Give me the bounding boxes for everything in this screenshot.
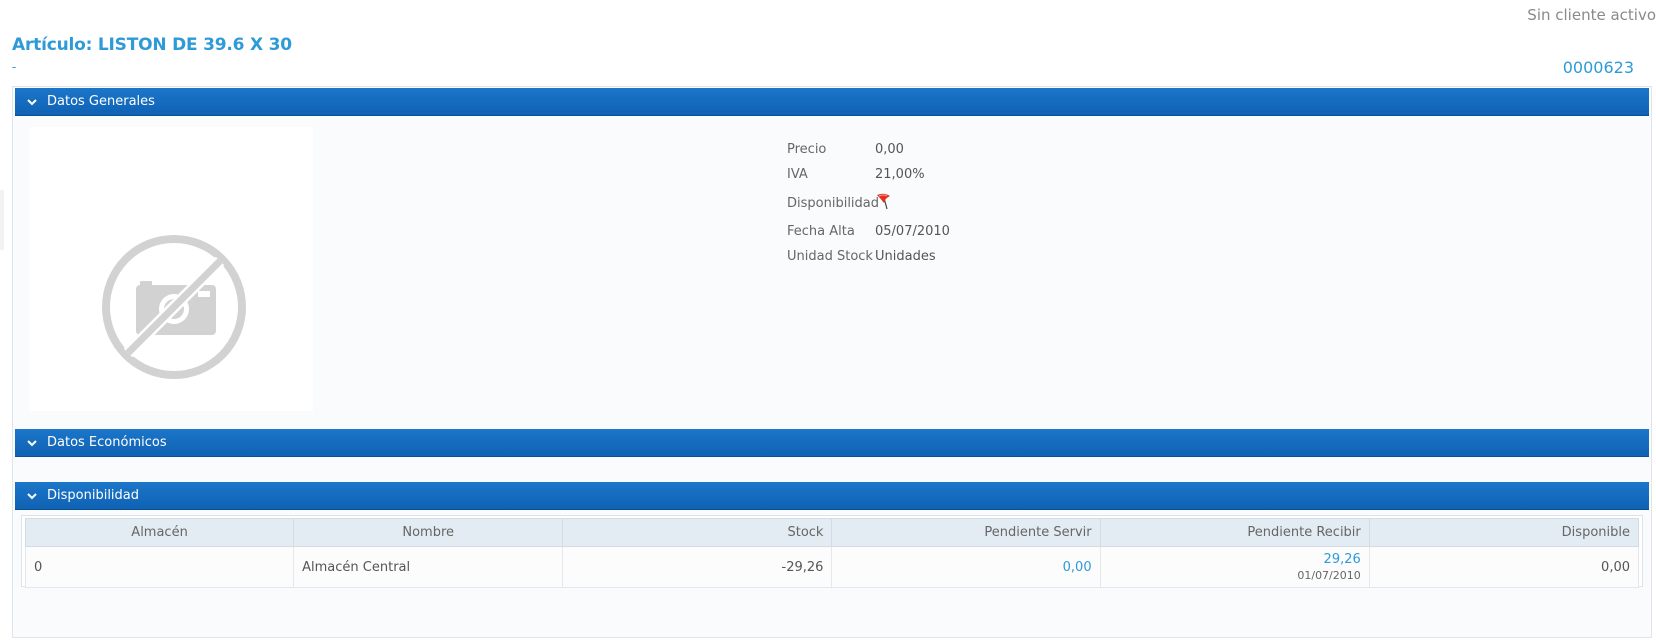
page-title: Artículo: LISTON DE 39.6 X 30 — [12, 35, 292, 55]
cell-disponible: 0,00 — [1368, 546, 1640, 588]
article-details: Precio 0,00 IVA 21,00% Disponibilidad Fe… — [787, 141, 950, 273]
detail-row-unit: Unidad Stock Unidades — [787, 248, 950, 265]
detail-row-price: Precio 0,00 — [787, 141, 950, 158]
column-header-almacen[interactable]: Almacén — [24, 518, 295, 547]
detail-row-availability: Disponibilidad — [787, 191, 950, 215]
article-container: Datos Generales Precio 0,00 IVA 21,00% D… — [12, 86, 1652, 638]
date-label: Fecha Alta — [787, 224, 855, 239]
panel-header-datos-economicos[interactable]: Datos Económicos — [15, 429, 1649, 457]
pendiente-recibir-date: 01/07/2010 — [1297, 569, 1361, 582]
date-value: 05/07/2010 — [875, 224, 950, 239]
red-flag-icon — [875, 192, 893, 214]
pendiente-servir-link[interactable]: 0,00 — [1063, 560, 1092, 575]
product-image-placeholder — [29, 127, 313, 411]
availability-label: Disponibilidad — [787, 195, 880, 211]
chevron-down-icon — [25, 95, 39, 109]
cell-nombre: Almacén Central — [293, 546, 564, 588]
availability-table: Almacén Nombre Stock Pendiente Servir Pe… — [24, 518, 1640, 588]
price-label: Precio — [787, 142, 827, 157]
detail-row-vat: IVA 21,00% — [787, 166, 950, 183]
page-subtitle: - — [12, 60, 17, 74]
table-row: 0 Almacén Central -29,26 0,00 29,26 01/0… — [24, 546, 1640, 588]
vat-label: IVA — [787, 167, 808, 182]
column-header-nombre[interactable]: Nombre — [293, 518, 564, 547]
column-header-stock[interactable]: Stock — [562, 518, 833, 547]
panel-header-datos-generales[interactable]: Datos Generales — [15, 88, 1649, 116]
left-edge — [0, 190, 4, 250]
column-header-pendiente-recibir[interactable]: Pendiente Recibir — [1099, 518, 1370, 547]
cell-stock: -29,26 — [562, 546, 833, 588]
pendiente-recibir-link[interactable]: 29,26 — [1324, 552, 1361, 567]
column-header-pendiente-servir[interactable]: Pendiente Servir — [831, 518, 1101, 547]
vat-value: 21,00% — [875, 167, 925, 182]
panel-title: Disponibilidad — [47, 488, 140, 503]
cell-pendiente-servir: 0,00 — [831, 546, 1101, 588]
chevron-down-icon — [25, 489, 39, 503]
price-value: 0,00 — [875, 142, 904, 157]
client-status: Sin cliente activo — [1527, 6, 1656, 24]
no-photo-icon — [102, 235, 246, 379]
chevron-down-icon — [25, 436, 39, 450]
article-code: 0000623 — [1562, 58, 1634, 77]
column-header-disponible[interactable]: Disponible — [1368, 518, 1640, 547]
cell-almacen: 0 — [24, 546, 295, 588]
cell-pendiente-recibir: 29,26 01/07/2010 — [1099, 546, 1370, 588]
unit-label: Unidad Stock — [787, 249, 873, 264]
panel-header-disponibilidad[interactable]: Disponibilidad — [15, 482, 1649, 510]
panel-title: Datos Generales — [47, 94, 155, 109]
detail-row-date: Fecha Alta 05/07/2010 — [787, 223, 950, 240]
table-header-row: Almacén Nombre Stock Pendiente Servir Pe… — [24, 518, 1640, 547]
availability-table-wrapper: Almacén Nombre Stock Pendiente Servir Pe… — [21, 515, 1643, 588]
panel-title: Datos Económicos — [47, 435, 167, 450]
unit-value: Unidades — [875, 249, 936, 264]
